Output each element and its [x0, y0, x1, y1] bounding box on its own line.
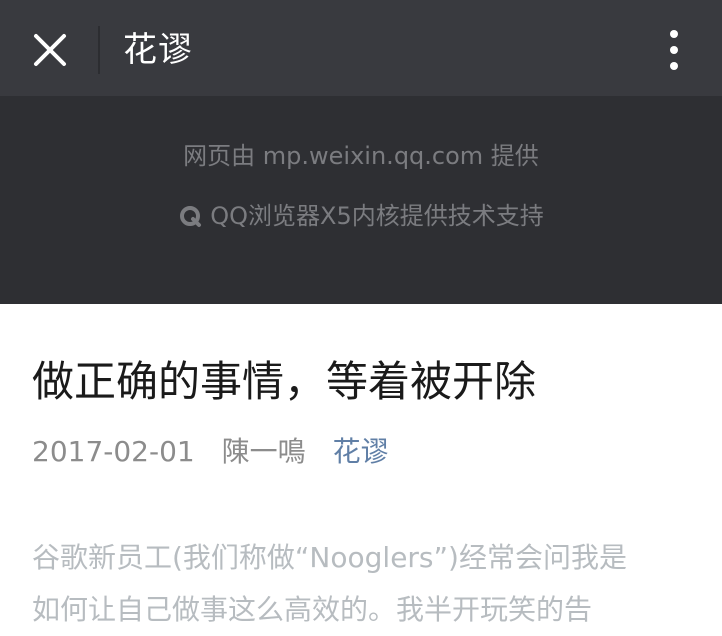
more-button[interactable] — [660, 28, 688, 72]
close-icon[interactable] — [30, 30, 70, 70]
top-bar: 花谬 — [0, 0, 722, 96]
article-body: 谷歌新员工(我们称做“Nooglers”)经常会问我是 如何让自己做事这么高效的… — [32, 532, 696, 636]
qq-browser-icon — [178, 204, 202, 228]
article-author: 陳一鳴 — [221, 435, 306, 468]
article-meta: 2017-02-01 陳一鳴 花谬 — [32, 434, 407, 470]
provider-engine-text: QQ浏览器X5内核提供技术支持 — [210, 202, 544, 230]
article-date: 2017-02-01 — [32, 435, 195, 468]
article-body-line: 谷歌新员工(我们称做“Nooglers”)经常会问我是 — [32, 541, 627, 574]
article-content: 做正确的事情，等着被开除 2017-02-01 陳一鳴 花谬 谷歌新员工(我们称… — [0, 304, 722, 626]
close-button[interactable] — [30, 30, 70, 70]
page-title: 花谬 — [123, 30, 193, 70]
more-vertical-icon[interactable] — [660, 28, 688, 72]
provider-source-text: 网页由 mp.weixin.qq.com 提供 — [183, 142, 539, 170]
provider-info-panel: 网页由 mp.weixin.qq.com 提供 QQ浏览器X5内核提供技术支持 — [0, 96, 722, 304]
header-divider — [98, 26, 100, 74]
article-title: 做正确的事情，等着被开除 — [32, 357, 537, 406]
account-link[interactable]: 花谬 — [333, 435, 389, 468]
article-body-line: 如何让自己做事这么高效的。我半开玩笑的告 — [32, 593, 593, 626]
provider-engine-row: QQ浏览器X5内核提供技术支持 — [0, 200, 722, 232]
